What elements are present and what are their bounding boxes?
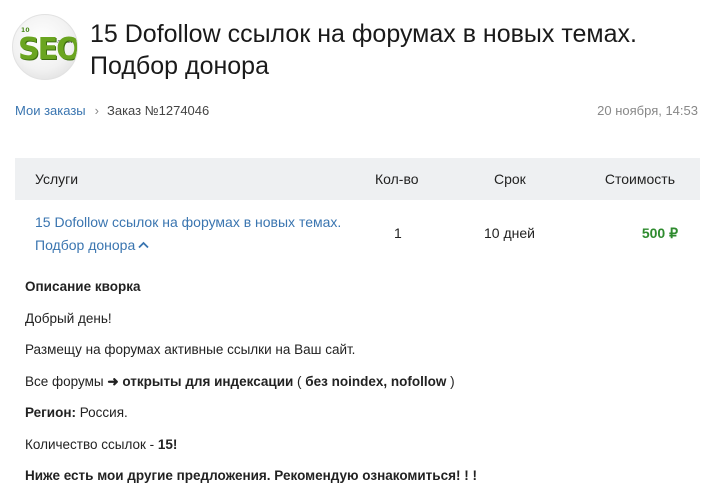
column-header-qty: Кол-во xyxy=(375,171,419,187)
description-greeting: Добрый день! xyxy=(25,310,112,326)
order-date: 20 ноября, 14:53 xyxy=(597,103,698,118)
line2-text-e: ) xyxy=(446,373,455,389)
region-label: Регион: xyxy=(25,405,76,420)
breadcrumb-chevron-icon: › xyxy=(94,103,99,118)
description-line1: Размещу на форумах активные ссылки на Ва… xyxy=(25,342,356,357)
services-table-header: Услуги Кол-во Срок Стоимость xyxy=(15,158,700,200)
description-heading: Описание кворка xyxy=(25,279,141,294)
order-header: 10 лучших SEO 15 Dofollow ссылок на фору… xyxy=(12,12,702,84)
logo-seo-text: SEO xyxy=(18,32,78,67)
region-value: Россия. xyxy=(76,405,128,420)
description-closing: Ниже есть мои другие предложения. Рекоме… xyxy=(25,468,477,483)
description-line2: Все форумы ➜ открыты для индексации ( бе… xyxy=(25,373,705,405)
table-row: 15 Dofollow ссылок на форумах в новых те… xyxy=(15,200,700,262)
column-header-cost: Стоимость xyxy=(604,171,675,187)
column-header-term: Срок xyxy=(494,171,526,187)
row-cost: 500 ₽ xyxy=(641,225,678,241)
line2-text-d: без noindex, nofollow xyxy=(305,373,447,389)
chevron-up-icon[interactable] xyxy=(138,235,149,258)
seller-logo[interactable]: 10 лучших SEO xyxy=(12,14,78,80)
line2-text-a: Все форумы xyxy=(25,373,108,389)
page-title: 15 Dofollow ссылок на форумах в новых те… xyxy=(90,20,637,80)
breadcrumb-order-number: Заказ №1274046 xyxy=(106,103,210,118)
count-value: 15! xyxy=(157,436,178,452)
description-count: Количество ссылок - 15! xyxy=(25,436,705,468)
count-label: Количество ссылок - xyxy=(25,436,158,452)
row-term: 10 дней xyxy=(484,225,535,241)
breadcrumb-my-orders-link[interactable]: Мои заказы xyxy=(15,103,86,118)
breadcrumb: Мои заказы › Заказ №1274046 xyxy=(15,103,209,118)
row-qty: 1 xyxy=(394,225,402,241)
line2-text-b: ➜ открыты для индексации xyxy=(107,373,294,389)
column-header-services: Услуги xyxy=(35,171,79,187)
kwork-description: Описание кворка Добрый день! Размещу на … xyxy=(25,278,705,499)
service-name[interactable]: 15 Dofollow ссылок на форумах в новых те… xyxy=(35,214,341,253)
service-link[interactable]: 15 Dofollow ссылок на форумах в новых те… xyxy=(35,211,345,258)
description-region: Регион: Россия. xyxy=(25,404,705,436)
line2-text-c: ( xyxy=(293,373,306,389)
